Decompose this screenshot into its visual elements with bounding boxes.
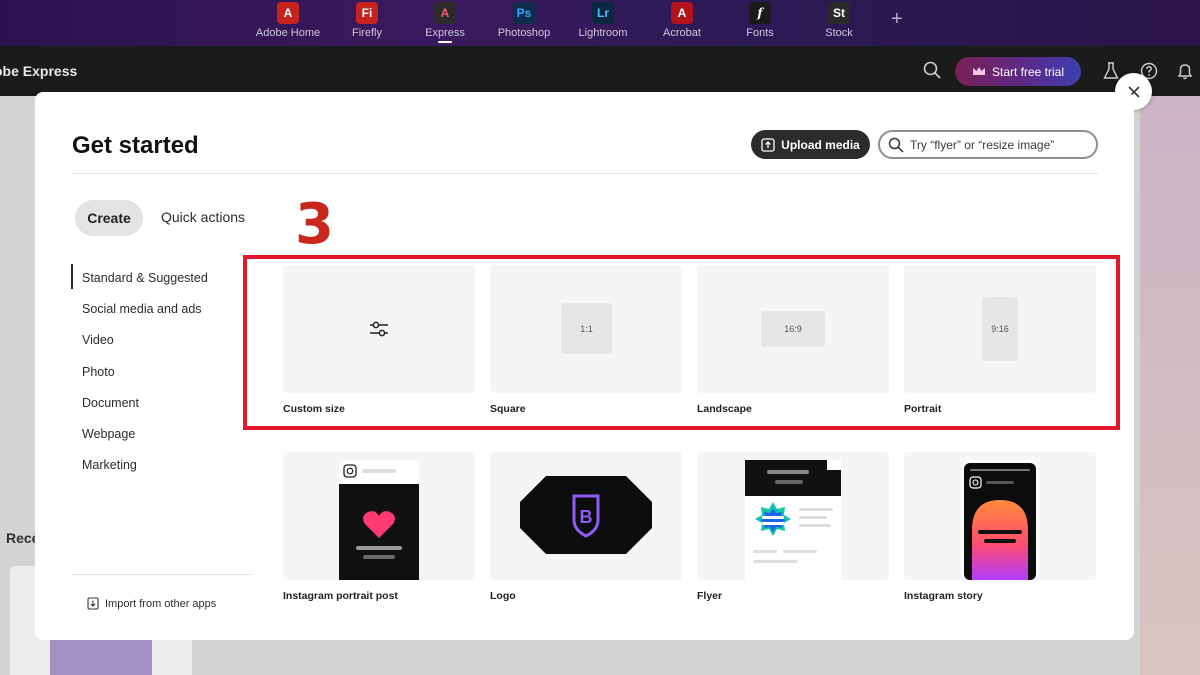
- tab-quick-actions[interactable]: Quick actions: [161, 209, 245, 225]
- import-label: Import from other apps: [105, 597, 217, 610]
- instagram-post-preview: [339, 460, 419, 580]
- get-started-modal: Get started Upload media Create Quick ac…: [35, 92, 1134, 640]
- app-label: Express: [425, 27, 465, 39]
- svg-text:B: B: [580, 507, 593, 527]
- category-list: Standard & Suggested Social media and ad…: [71, 262, 208, 481]
- logo-preview: B: [520, 476, 652, 554]
- card-caption: Flyer: [697, 590, 723, 602]
- card-thumbnail: [697, 452, 889, 580]
- notifications-bell-icon[interactable]: [1176, 62, 1194, 80]
- adobe-home-icon: A: [277, 2, 299, 24]
- card-custom-size[interactable]: Custom size: [283, 265, 475, 415]
- app-label: Adobe Home: [255, 27, 321, 39]
- ratio-badge: 1:1: [561, 303, 612, 354]
- express-icon: A: [434, 2, 456, 24]
- app-lightroom[interactable]: Lr Lightroom: [563, 2, 643, 39]
- tab-create[interactable]: Create: [75, 200, 143, 236]
- app-label: Stock: [825, 27, 853, 39]
- instagram-story-preview: [961, 460, 1039, 580]
- card-caption: Instagram portrait post: [283, 590, 398, 602]
- app-stock[interactable]: St Stock: [799, 2, 879, 39]
- fonts-icon: f: [749, 2, 771, 24]
- beaker-icon[interactable]: [1103, 62, 1119, 80]
- ratio-badge: 9:16: [982, 297, 1018, 361]
- category-document[interactable]: Document: [71, 387, 208, 418]
- import-icon: [87, 597, 99, 610]
- card-square[interactable]: 1:1 Square: [490, 265, 682, 415]
- flyer-preview: [745, 460, 841, 580]
- stock-icon: St: [828, 2, 850, 24]
- upload-icon: [761, 137, 775, 152]
- app-photoshop[interactable]: Ps Photoshop: [484, 2, 564, 39]
- card-thumbnail: B: [490, 452, 682, 580]
- brand-title: obe Express: [0, 63, 78, 79]
- app-label: Lightroom: [578, 27, 628, 39]
- import-from-other-apps-link[interactable]: Import from other apps: [87, 597, 216, 610]
- app-express[interactable]: A Express: [405, 2, 485, 43]
- app-label: Fonts: [746, 27, 774, 39]
- card-caption: Logo: [490, 590, 516, 602]
- step-number-annotation: 3: [295, 192, 334, 257]
- sliders-icon: [370, 321, 388, 337]
- background-gradient: [1140, 96, 1200, 675]
- template-search-box[interactable]: [878, 130, 1098, 159]
- card-thumbnail: 9:16: [904, 265, 1096, 393]
- category-video[interactable]: Video: [71, 325, 208, 356]
- express-header: obe Express Start free trial: [0, 46, 1200, 96]
- card-thumbnail: [283, 452, 475, 580]
- modal-title: Get started: [72, 132, 199, 159]
- card-thumbnail: [283, 265, 475, 393]
- header-divider: [72, 173, 1098, 174]
- category-marketing[interactable]: Marketing: [71, 450, 208, 481]
- app-fonts[interactable]: f Fonts: [720, 2, 800, 39]
- card-caption: Custom size: [283, 403, 345, 415]
- category-social-media[interactable]: Social media and ads: [71, 293, 208, 324]
- upload-label: Upload media: [781, 137, 860, 152]
- card-thumbnail: 16:9: [697, 265, 889, 393]
- card-caption: Portrait: [904, 403, 942, 415]
- app-label: Firefly: [352, 27, 382, 39]
- card-caption: Square: [490, 403, 526, 415]
- card-thumbnail: 1:1: [490, 265, 682, 393]
- search-icon[interactable]: [923, 61, 941, 79]
- sidebar-divider: [72, 574, 251, 575]
- app-firefly[interactable]: Fi Firefly: [327, 2, 407, 39]
- crown-icon: [972, 67, 985, 75]
- app-acrobat[interactable]: A Acrobat: [642, 2, 722, 39]
- card-portrait[interactable]: 9:16 Portrait: [904, 265, 1096, 415]
- search-input[interactable]: [910, 137, 1080, 152]
- start-free-trial-button[interactable]: Start free trial: [955, 57, 1081, 86]
- app-switcher-bar: A Adobe Home Fi Firefly A Express Ps Pho…: [0, 0, 1200, 46]
- photoshop-icon: Ps: [513, 2, 535, 24]
- card-flyer[interactable]: Flyer: [697, 452, 889, 602]
- app-label: Acrobat: [663, 27, 701, 39]
- active-app-indicator: [438, 41, 452, 43]
- firefly-icon: Fi: [356, 2, 378, 24]
- card-thumbnail: [904, 452, 1096, 580]
- trial-label: Start free trial: [991, 64, 1065, 79]
- search-icon: [888, 137, 904, 153]
- category-webpage[interactable]: Webpage: [71, 418, 208, 449]
- card-logo[interactable]: B Logo: [490, 452, 682, 602]
- lightroom-icon: Lr: [592, 2, 614, 24]
- card-caption: Landscape: [697, 403, 752, 415]
- category-standard-suggested[interactable]: Standard & Suggested: [71, 262, 208, 293]
- upload-media-button[interactable]: Upload media: [751, 130, 870, 159]
- add-app-icon[interactable]: +: [891, 8, 903, 31]
- acrobat-icon: A: [671, 2, 693, 24]
- app-adobe-home[interactable]: A Adobe Home: [248, 2, 328, 39]
- card-instagram-portrait-post[interactable]: Instagram portrait post: [283, 452, 475, 602]
- card-instagram-story[interactable]: Instagram story: [904, 452, 1096, 602]
- category-photo[interactable]: Photo: [71, 356, 208, 387]
- card-landscape[interactable]: 16:9 Landscape: [697, 265, 889, 415]
- ratio-badge: 16:9: [761, 311, 825, 347]
- app-label: Photoshop: [497, 27, 551, 39]
- card-caption: Instagram story: [904, 590, 983, 602]
